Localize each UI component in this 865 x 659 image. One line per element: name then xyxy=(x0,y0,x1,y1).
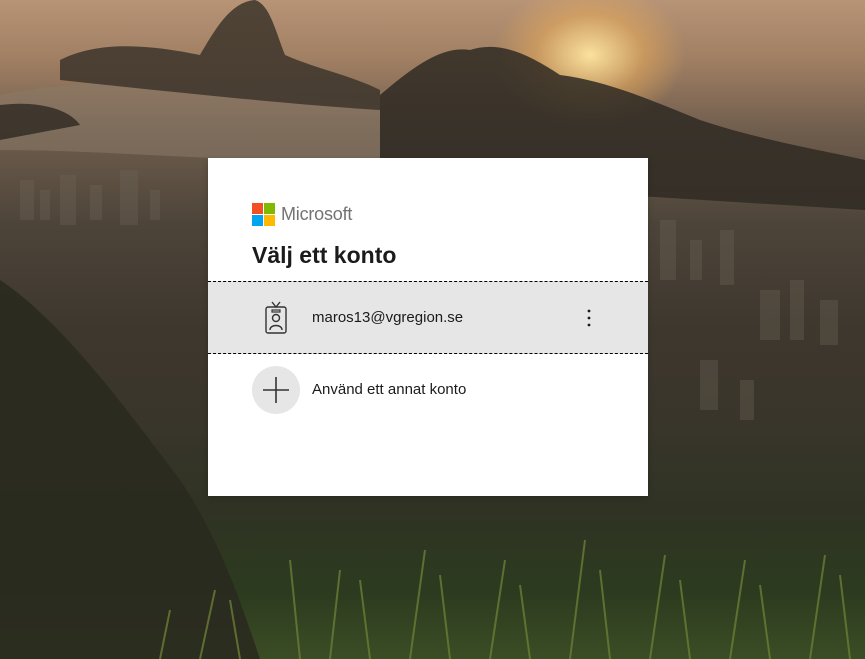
use-another-account-tile[interactable]: Använd ett annat konto xyxy=(208,354,648,425)
account-email: maros13@vgregion.se xyxy=(312,309,464,326)
microsoft-logo-icon xyxy=(252,202,275,226)
badge-person-icon xyxy=(252,294,300,342)
brand-name: Microsoft xyxy=(281,203,353,224)
more-options-icon xyxy=(587,309,591,326)
logo-square-red xyxy=(252,202,263,214)
more-options-button[interactable] xyxy=(574,303,604,333)
account-picker-dialog: Microsoft Välj ett konto maros13@vgregio… xyxy=(208,158,648,496)
dialog-title: Välj ett konto xyxy=(252,242,397,268)
account-tile[interactable]: maros13@vgregion.se xyxy=(208,281,648,354)
account-list: maros13@vgregion.se Använd ett annat kon… xyxy=(208,281,648,425)
logo-square-yellow xyxy=(264,214,275,226)
microsoft-logo: Microsoft xyxy=(252,202,352,226)
logo-square-blue xyxy=(252,214,263,226)
logo-square-green xyxy=(264,202,275,214)
plus-icon xyxy=(252,365,300,414)
use-another-account-label: Använd ett annat konto xyxy=(312,381,467,398)
